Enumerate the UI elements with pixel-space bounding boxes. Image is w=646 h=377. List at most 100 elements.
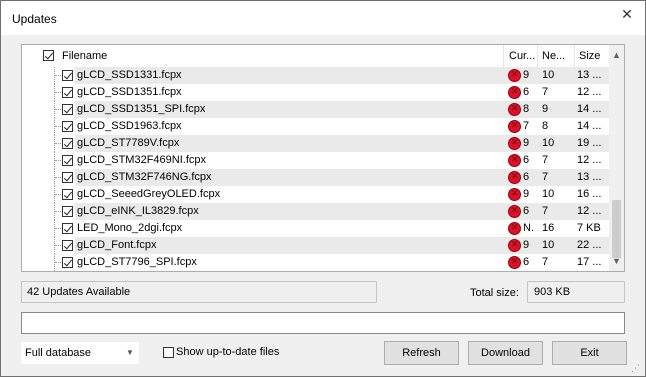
window-title: Updates [12,12,57,26]
table-row[interactable]: gLCD_SSD1331.fcpx 9 10 13 ... [22,67,609,84]
file-name: gLCD_eINK_IL3829.fcpx [77,205,199,217]
row-checkbox[interactable] [62,257,73,268]
select-all-checkbox[interactable] [43,50,54,61]
row-checkbox[interactable] [62,206,73,217]
row-checkbox[interactable] [62,104,73,115]
current-version: 6 [523,154,530,166]
file-name: gLCD_SSD1963.fcpx [77,120,182,132]
new-version: 7 [542,86,549,98]
current-version: 9 [523,239,530,251]
row-checkbox[interactable] [62,223,73,234]
current-version: N. [523,222,534,234]
file-name: gLCD_SSD1331.fcpx [77,69,182,81]
row-checkbox[interactable] [62,240,73,251]
new-version: 10 [542,69,555,81]
updates-list[interactable]: Filename Cur... Ne... Size gLCD_SSD1331.… [21,44,625,272]
tree-line [55,245,61,246]
current-version: 6 [523,86,530,98]
resize-grip-icon[interactable]: ⋰ [631,363,640,374]
total-size-value: 903 KB [534,286,571,298]
row-checkbox[interactable] [62,189,73,200]
new-version: 10 [542,137,555,149]
current-version: 9 [523,137,530,149]
show-uptodate-label[interactable]: Show up-to-date files [176,346,279,358]
table-row[interactable]: gLCD_SSD1351_SPI.fcpx 8 9 14 ... [22,101,609,118]
file-size: 17 ... [577,256,602,268]
download-button[interactable]: Download [468,341,543,365]
header-size[interactable]: Size [579,50,600,62]
file-size: 13 ... [577,171,602,183]
tree-line [55,92,61,93]
header-filename[interactable]: Filename [62,50,107,62]
scroll-thumb[interactable] [612,200,621,258]
row-checkbox[interactable] [62,121,73,132]
file-size: 14 ... [577,120,602,132]
row-checkbox[interactable] [62,172,73,183]
table-row[interactable]: gLCD_SSD1963.fcpx 7 8 14 ... [22,118,609,135]
new-version: 7 [542,256,549,268]
vertical-scrollbar[interactable]: ▲ ▼ [609,45,624,271]
current-version: 6 [523,171,530,183]
tree-line [55,143,61,144]
file-name: gLCD_SeeedGreyOLED.fcpx [77,188,221,200]
show-uptodate-checkbox[interactable] [163,347,174,358]
new-version: 10 [542,239,555,251]
table-row[interactable]: gLCD_SeeedGreyOLED.fcpx 9 10 16 ... [22,186,609,203]
table-row[interactable]: gLCD_Font.fcpx 9 10 22 ... [22,237,609,254]
current-version: 9 [523,69,530,81]
error-icon [508,120,521,133]
error-icon [508,239,521,252]
error-icon [508,69,521,82]
file-size: 22 ... [577,239,602,251]
new-version: 7 [542,154,549,166]
file-name: gLCD_SSD1351_SPI.fcpx [77,103,206,115]
updates-window: Updates ✕ Filename Cur... Ne... Size gLC… [0,0,646,377]
tree-line [55,109,61,110]
download-progress-bar [21,312,625,334]
table-row[interactable]: LED_Mono_2dgi.fcpx N. 16 7 KB [22,220,609,237]
tree-line [55,177,61,178]
error-icon [508,256,521,269]
file-size: 12 ... [577,86,602,98]
exit-button[interactable]: Exit [552,341,627,365]
refresh-button[interactable]: Refresh [384,341,459,365]
table-row[interactable]: gLCD_STM32F469NI.fcpx 6 7 12 ... [22,152,609,169]
table-row[interactable]: gLCD_SSD1351.fcpx 6 7 12 ... [22,84,609,101]
current-version: 8 [523,103,530,115]
tree-line [55,160,61,161]
new-version: 9 [542,103,549,115]
row-checkbox[interactable] [62,70,73,81]
error-icon [508,222,521,235]
new-version: 10 [542,188,555,200]
current-version: 9 [523,188,530,200]
current-version: 6 [523,256,530,268]
header-current[interactable]: Cur... [509,50,535,62]
table-row[interactable]: gLCD_STM32F746NG.fcpx 6 7 13 ... [22,169,609,186]
row-checkbox[interactable] [62,87,73,98]
title-bar: Updates ✕ [1,1,645,35]
error-icon [508,86,521,99]
chevron-down-icon: ▼ [126,348,134,357]
header-new[interactable]: Ne... [542,50,565,62]
scroll-up-icon[interactable]: ▲ [612,50,621,60]
table-row[interactable]: gLCD_eINK_IL3829.fcpx 6 7 12 ... [22,203,609,220]
scroll-down-icon[interactable]: ▼ [612,256,621,266]
new-version: 7 [542,205,549,217]
file-size: 14 ... [577,103,602,115]
row-checkbox[interactable] [62,138,73,149]
new-version: 7 [542,171,549,183]
file-size: 7 KB [577,222,601,234]
table-row[interactable]: gLCD_ST7789V.fcpx 9 10 19 ... [22,135,609,152]
close-icon[interactable]: ✕ [615,5,639,23]
tree-line [55,211,61,212]
updates-available-text: 42 Updates Available [27,286,131,298]
new-version: 16 [542,222,555,234]
updates-available-box: 42 Updates Available [21,281,377,303]
row-checkbox[interactable] [62,155,73,166]
table-row[interactable]: gLCD_ST7796_SPI.fcpx 6 7 17 ... [22,254,609,271]
file-name: gLCD_STM32F469NI.fcpx [77,154,206,166]
file-size: 13 ... [577,69,602,81]
database-select[interactable]: Full database ▼ [21,342,139,364]
current-version: 7 [523,120,530,132]
header-divider [503,45,504,67]
